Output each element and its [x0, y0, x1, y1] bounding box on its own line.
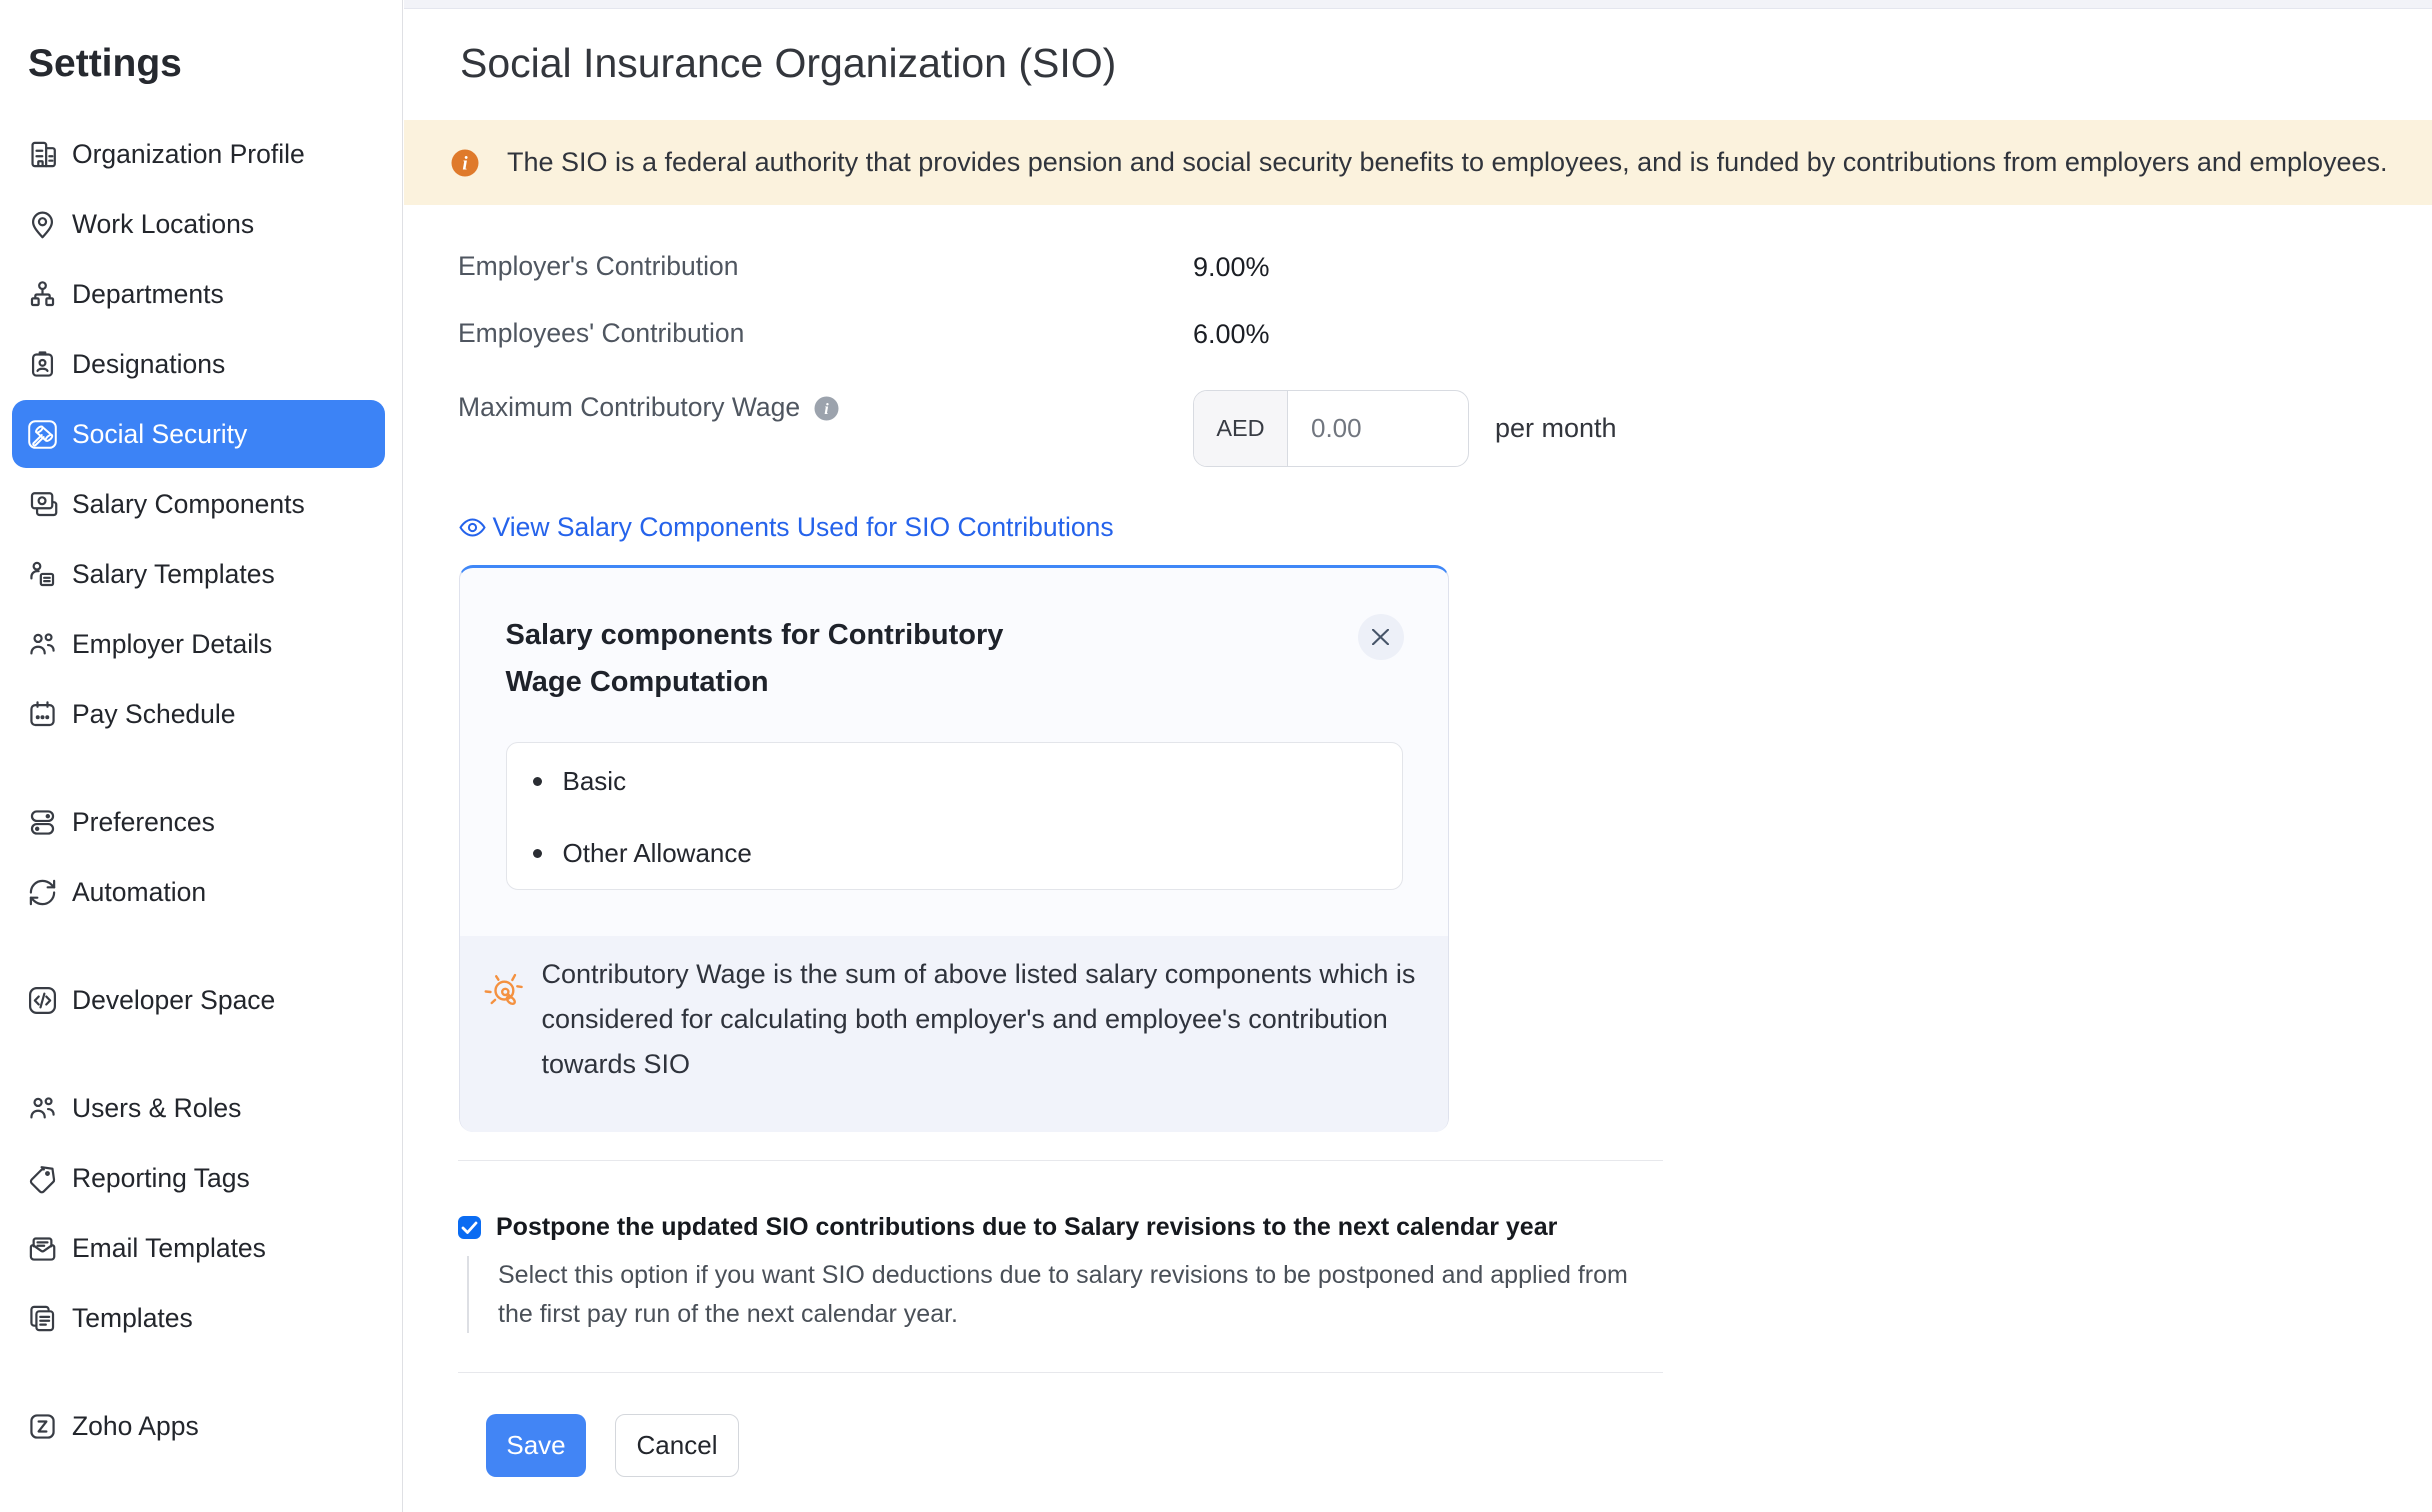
svg-text:i: i [462, 154, 468, 175]
svg-text:i: i [824, 401, 829, 418]
